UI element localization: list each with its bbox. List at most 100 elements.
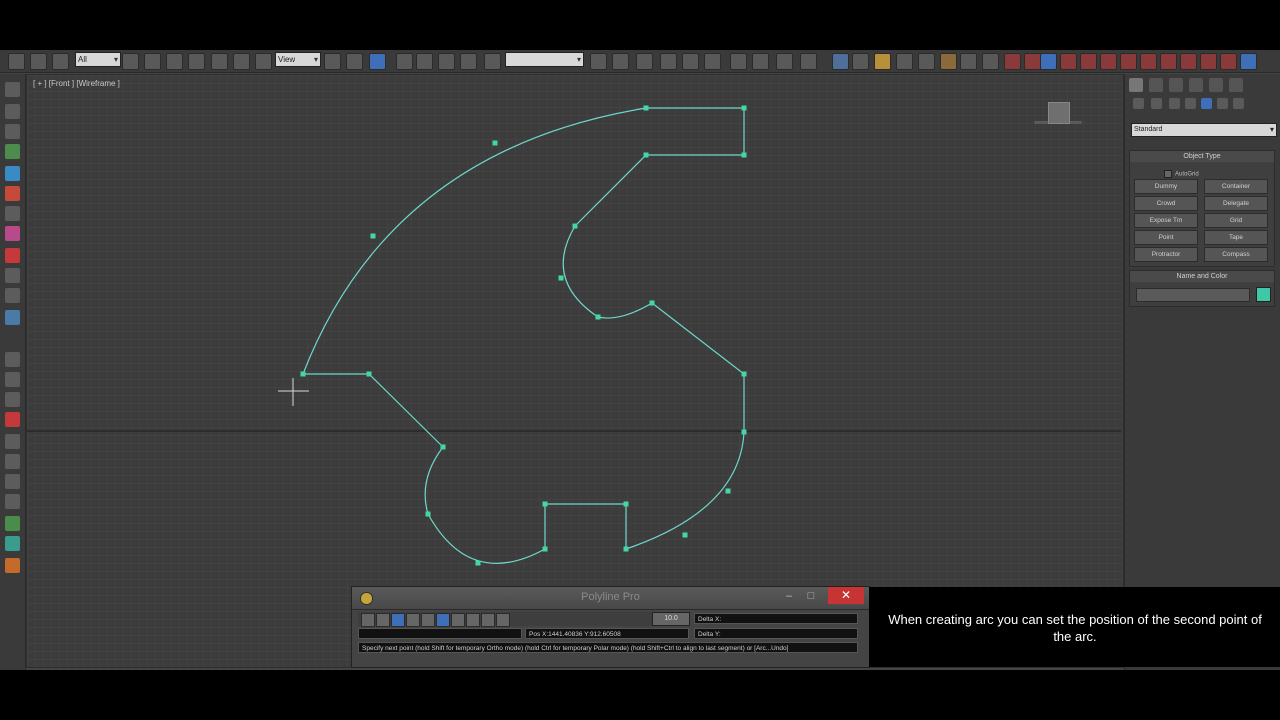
arc-mode-icon[interactable] [406,613,420,627]
grid-tool-icon[interactable] [5,454,20,469]
settings-icon[interactable] [481,613,495,627]
keyboard-shortcut-icon[interactable] [369,53,386,70]
protractor-button[interactable]: Protractor [1134,247,1198,262]
stack-tool-icon[interactable] [5,206,20,221]
graphite-toggle-icon[interactable] [660,53,677,70]
polar-icon[interactable] [436,613,450,627]
maximize-button[interactable]: □ [802,589,820,603]
angle-snap-icon[interactable] [416,53,433,70]
window-icon[interactable] [832,53,849,70]
compass-button[interactable]: Compass [1204,247,1268,262]
display-tab-icon[interactable] [1209,78,1223,92]
search-icon[interactable] [960,53,977,70]
crowd-button[interactable]: Crowd [1134,196,1198,211]
category-dropdown[interactable]: Standard [1131,123,1277,137]
select-by-name-icon[interactable] [144,53,161,70]
front-viewport[interactable]: [ + ] [Front ] [Wireframe ] [26,74,1124,668]
rect-select-icon[interactable] [166,53,183,70]
undo-point-icon[interactable] [466,613,480,627]
dummy-button[interactable]: Dummy [1134,179,1198,194]
globe-tool-icon[interactable] [5,516,20,531]
minimize-button[interactable]: – [780,589,798,603]
geometry-icon[interactable] [1133,98,1144,109]
reference-coord-dropdown[interactable]: View [275,52,321,67]
script-icon-9[interactable] [1160,53,1177,70]
hand-tool-icon[interactable] [5,124,20,139]
brush-tool-icon[interactable] [5,392,20,407]
motion-tab-icon[interactable] [1189,78,1203,92]
expose-tm-button[interactable]: Expose Tm [1134,213,1198,228]
help-icon[interactable] [496,613,510,627]
scale-icon[interactable] [255,53,272,70]
box-tool-icon[interactable] [5,558,20,573]
undo-icon[interactable] [8,53,25,70]
document-icon[interactable] [852,53,869,70]
delta-y-field[interactable]: Delta Y: [694,628,858,639]
fire-tool-icon[interactable] [5,186,20,201]
redo-icon[interactable] [30,53,47,70]
object-name-input[interactable] [1136,288,1250,302]
bend-tool-icon[interactable] [5,268,20,283]
paint-tool-icon[interactable] [5,144,20,159]
line-tool-icon[interactable] [5,288,20,303]
schematic-view-icon[interactable] [704,53,721,70]
lights-icon[interactable] [1169,98,1180,109]
spinner-snap-icon[interactable] [460,53,477,70]
script-icon-10[interactable] [1180,53,1197,70]
spacewarps-icon[interactable] [1217,98,1228,109]
point-button[interactable]: Point [1134,230,1198,245]
light-icon[interactable] [940,53,957,70]
script-icon-1[interactable] [1004,53,1021,70]
align-icon[interactable] [612,53,629,70]
tape-button[interactable]: Tape [1204,230,1268,245]
autogrid-checkbox[interactable]: AutoGrid [1164,170,1199,178]
stack2-tool-icon[interactable] [5,494,20,509]
script-icon-12[interactable] [1220,53,1237,70]
create-tab-icon[interactable] [1129,78,1143,92]
cameras-icon[interactable] [1185,98,1196,109]
grid-icon[interactable] [361,613,375,627]
hierarchy-tab-icon[interactable] [1169,78,1183,92]
select-object-icon[interactable] [122,53,139,70]
pivot-icon[interactable] [324,53,341,70]
render-production-icon[interactable] [800,53,817,70]
percent-snap-icon[interactable] [438,53,455,70]
dialog-title-bar[interactable]: Polyline Pro – □ ✕ [352,587,869,610]
snap-icon[interactable] [376,613,390,627]
grid-button[interactable]: Grid [1204,213,1268,228]
blank-tool-icon[interactable] [5,352,20,367]
delegate-button[interactable]: Delegate [1204,196,1268,211]
precision-spinner[interactable]: 10.0 [652,612,690,626]
container-button[interactable]: Container [1204,179,1268,194]
edit-named-sets-icon[interactable] [484,53,501,70]
render-setup-icon[interactable] [752,53,769,70]
cone-icon[interactable] [918,53,935,70]
script-icon-3[interactable] [1040,53,1057,70]
line-mode-icon[interactable] [391,613,405,627]
expand-tool-icon[interactable] [5,434,20,449]
sphere-icon[interactable] [896,53,913,70]
box-icon[interactable] [874,53,891,70]
systems-icon[interactable] [1233,98,1244,109]
script-icon-6[interactable] [1100,53,1117,70]
material-editor-icon[interactable] [730,53,747,70]
script-icon-13[interactable] [1240,53,1257,70]
named-selection-dropdown[interactable] [505,52,584,67]
script-icon-8[interactable] [1140,53,1157,70]
sphere-tool-icon[interactable] [5,82,20,97]
utilities-tab-icon[interactable] [1229,78,1243,92]
snaps-toggle-icon[interactable] [396,53,413,70]
delta-x-field[interactable]: Delta X: [694,613,858,624]
record-tool-icon[interactable] [5,412,20,427]
ortho-icon[interactable] [421,613,435,627]
viewport-label[interactable]: [ + ] [Front ] [Wireframe ] [33,79,120,88]
pencil-tool-icon[interactable] [5,372,20,387]
shapes-icon[interactable] [1151,98,1162,109]
cloth-tool-icon[interactable] [5,226,20,241]
close-shape-icon[interactable] [451,613,465,627]
move-tool-icon[interactable] [5,104,20,119]
script-icon-4[interactable] [1060,53,1077,70]
frame-tool-icon[interactable] [5,474,20,489]
close-button[interactable]: ✕ [828,587,864,604]
rendered-frame-icon[interactable] [776,53,793,70]
